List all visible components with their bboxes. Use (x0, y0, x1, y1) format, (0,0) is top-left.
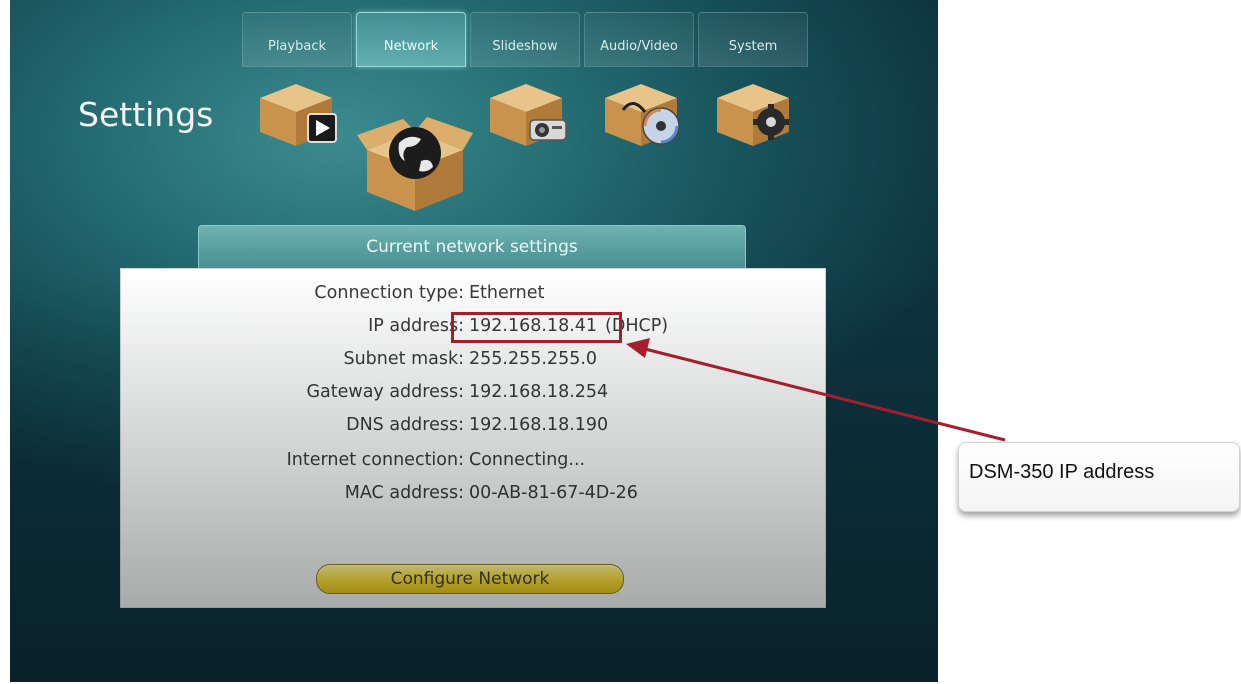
annotation-arrow (626, 338, 1006, 442)
callout-label: DSM-350 IP address (958, 442, 1240, 512)
